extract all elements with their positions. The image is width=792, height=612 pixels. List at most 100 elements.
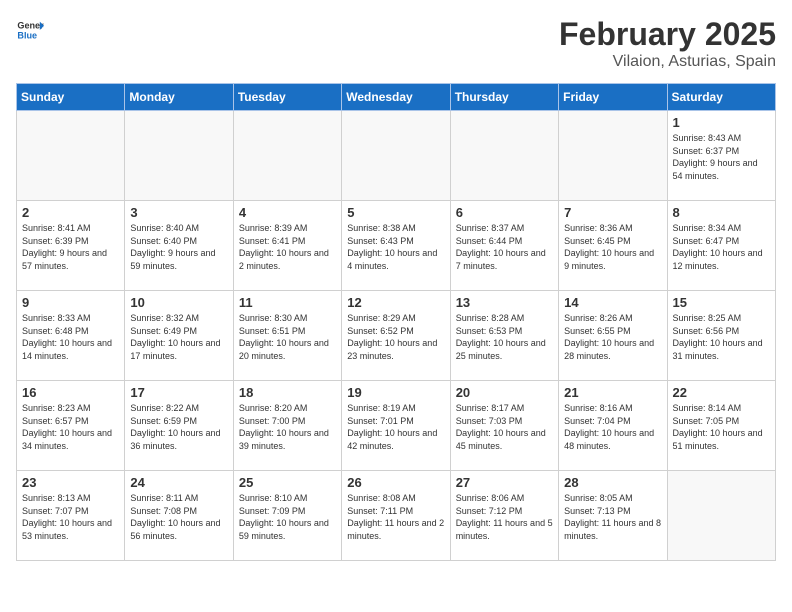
day-info: Sunrise: 8:13 AM Sunset: 7:07 PM Dayligh…	[22, 492, 119, 542]
day-number: 5	[347, 205, 444, 220]
calendar-cell: 8 Sunrise: 8:34 AM Sunset: 6:47 PM Daylig…	[667, 201, 775, 291]
header-friday: Friday	[559, 84, 667, 111]
calendar-cell: 1 Sunrise: 8:43 AM Sunset: 6:37 PM Daylig…	[667, 111, 775, 201]
calendar-cell: 3 Sunrise: 8:40 AM Sunset: 6:40 PM Daylig…	[125, 201, 233, 291]
calendar-cell	[559, 111, 667, 201]
title-area: February 2025 Vilaion, Asturias, Spain	[559, 16, 776, 71]
day-number: 24	[130, 475, 227, 490]
calendar-week-2: 2 Sunrise: 8:41 AM Sunset: 6:39 PM Daylig…	[17, 201, 776, 291]
calendar-cell: 9 Sunrise: 8:33 AM Sunset: 6:48 PM Daylig…	[17, 291, 125, 381]
calendar-cell: 16Sunrise: 8:23 AM Sunset: 6:57 PM Dayli…	[17, 381, 125, 471]
logo: General Blue	[16, 16, 44, 44]
header-saturday: Saturday	[667, 84, 775, 111]
header-wednesday: Wednesday	[342, 84, 450, 111]
day-number: 2	[22, 205, 119, 220]
logo-icon: General Blue	[16, 16, 44, 44]
calendar-cell	[125, 111, 233, 201]
day-number: 20	[456, 385, 553, 400]
calendar-week-1: 1 Sunrise: 8:43 AM Sunset: 6:37 PM Daylig…	[17, 111, 776, 201]
header-tuesday: Tuesday	[233, 84, 341, 111]
day-info: Sunrise: 8:29 AM Sunset: 6:52 PM Dayligh…	[347, 312, 444, 362]
calendar-cell	[342, 111, 450, 201]
day-info: Sunrise: 8:10 AM Sunset: 7:09 PM Dayligh…	[239, 492, 336, 542]
day-info: Sunrise: 8:17 AM Sunset: 7:03 PM Dayligh…	[456, 402, 553, 452]
calendar-cell: 6Sunrise: 8:37 AM Sunset: 6:44 PM Daylig…	[450, 201, 558, 291]
day-info: Sunrise: 8:43 AM Sunset: 6:37 PM Dayligh…	[673, 132, 770, 182]
day-number: 22	[673, 385, 770, 400]
day-info: Sunrise: 8:19 AM Sunset: 7:01 PM Dayligh…	[347, 402, 444, 452]
day-info: Sunrise: 8:22 AM Sunset: 6:59 PM Dayligh…	[130, 402, 227, 452]
calendar-cell: 26 Sunrise: 8:08 AM Sunset: 7:11 PM Dayli…	[342, 471, 450, 561]
day-number: 27	[456, 475, 553, 490]
day-number: 10	[130, 295, 227, 310]
day-info: Sunrise: 8:39 AM Sunset: 6:41 PM Dayligh…	[239, 222, 336, 272]
day-number: 19	[347, 385, 444, 400]
day-info: Sunrise: 8:06 AM Sunset: 7:12 PM Dayligh…	[456, 492, 553, 542]
calendar-cell: 20 Sunrise: 8:17 AM Sunset: 7:03 PM Dayli…	[450, 381, 558, 471]
calendar-title: February 2025	[559, 16, 776, 53]
day-number: 11	[239, 295, 336, 310]
calendar-week-5: 23 Sunrise: 8:13 AM Sunset: 7:07 PM Dayli…	[17, 471, 776, 561]
calendar-cell: 18 Sunrise: 8:20 AM Sunset: 7:00 PM Dayli…	[233, 381, 341, 471]
calendar-cell	[233, 111, 341, 201]
calendar-cell: 17 Sunrise: 8:22 AM Sunset: 6:59 PM Dayli…	[125, 381, 233, 471]
day-info: Sunrise: 8:11 AM Sunset: 7:08 PM Dayligh…	[130, 492, 227, 542]
calendar-cell: 11Sunrise: 8:30 AM Sunset: 6:51 PM Dayli…	[233, 291, 341, 381]
svg-text:Blue: Blue	[17, 30, 37, 40]
day-info: Sunrise: 8:08 AM Sunset: 7:11 PM Dayligh…	[347, 492, 444, 542]
calendar-cell: 24 Sunrise: 8:11 AM Sunset: 7:08 PM Dayli…	[125, 471, 233, 561]
day-number: 18	[239, 385, 336, 400]
day-number: 17	[130, 385, 227, 400]
day-number: 13	[456, 295, 553, 310]
calendar-cell: 19 Sunrise: 8:19 AM Sunset: 7:01 PM Dayli…	[342, 381, 450, 471]
day-info: Sunrise: 8:25 AM Sunset: 6:56 PM Dayligh…	[673, 312, 770, 362]
day-number: 9	[22, 295, 119, 310]
calendar-cell: 28Sunrise: 8:05 AM Sunset: 7:13 PM Dayli…	[559, 471, 667, 561]
day-info: Sunrise: 8:41 AM Sunset: 6:39 PM Dayligh…	[22, 222, 119, 272]
header-thursday: Thursday	[450, 84, 558, 111]
day-info: Sunrise: 8:37 AM Sunset: 6:44 PM Dayligh…	[456, 222, 553, 272]
day-info: Sunrise: 8:14 AM Sunset: 7:05 PM Dayligh…	[673, 402, 770, 452]
day-number: 4	[239, 205, 336, 220]
header-sunday: Sunday	[17, 84, 125, 111]
calendar-table: Sunday Monday Tuesday Wednesday Thursday…	[16, 83, 776, 561]
day-info: Sunrise: 8:34 AM Sunset: 6:47 PM Dayligh…	[673, 222, 770, 272]
day-info: Sunrise: 8:40 AM Sunset: 6:40 PM Dayligh…	[130, 222, 227, 272]
calendar-cell	[17, 111, 125, 201]
day-number: 21	[564, 385, 661, 400]
day-info: Sunrise: 8:23 AM Sunset: 6:57 PM Dayligh…	[22, 402, 119, 452]
calendar-cell: 14 Sunrise: 8:26 AM Sunset: 6:55 PM Dayli…	[559, 291, 667, 381]
calendar-week-3: 9 Sunrise: 8:33 AM Sunset: 6:48 PM Daylig…	[17, 291, 776, 381]
calendar-cell: 7Sunrise: 8:36 AM Sunset: 6:45 PM Daylig…	[559, 201, 667, 291]
calendar-cell	[450, 111, 558, 201]
header: General Blue February 2025 Vilaion, Astu…	[16, 16, 776, 71]
calendar-cell: 23 Sunrise: 8:13 AM Sunset: 7:07 PM Dayli…	[17, 471, 125, 561]
calendar-cell: 13 Sunrise: 8:28 AM Sunset: 6:53 PM Dayli…	[450, 291, 558, 381]
header-monday: Monday	[125, 84, 233, 111]
day-info: Sunrise: 8:16 AM Sunset: 7:04 PM Dayligh…	[564, 402, 661, 452]
day-number: 1	[673, 115, 770, 130]
day-number: 12	[347, 295, 444, 310]
day-number: 8	[673, 205, 770, 220]
weekday-header-row: Sunday Monday Tuesday Wednesday Thursday…	[17, 84, 776, 111]
calendar-cell: 4 Sunrise: 8:39 AM Sunset: 6:41 PM Daylig…	[233, 201, 341, 291]
day-info: Sunrise: 8:20 AM Sunset: 7:00 PM Dayligh…	[239, 402, 336, 452]
day-number: 14	[564, 295, 661, 310]
day-number: 26	[347, 475, 444, 490]
calendar-cell: 12 Sunrise: 8:29 AM Sunset: 6:52 PM Dayli…	[342, 291, 450, 381]
day-number: 15	[673, 295, 770, 310]
calendar-week-4: 16Sunrise: 8:23 AM Sunset: 6:57 PM Dayli…	[17, 381, 776, 471]
day-number: 23	[22, 475, 119, 490]
day-info: Sunrise: 8:38 AM Sunset: 6:43 PM Dayligh…	[347, 222, 444, 272]
day-number: 28	[564, 475, 661, 490]
calendar-cell: 5 Sunrise: 8:38 AM Sunset: 6:43 PM Daylig…	[342, 201, 450, 291]
day-info: Sunrise: 8:28 AM Sunset: 6:53 PM Dayligh…	[456, 312, 553, 362]
calendar-cell: 15 Sunrise: 8:25 AM Sunset: 6:56 PM Dayli…	[667, 291, 775, 381]
day-info: Sunrise: 8:32 AM Sunset: 6:49 PM Dayligh…	[130, 312, 227, 362]
day-number: 3	[130, 205, 227, 220]
day-info: Sunrise: 8:26 AM Sunset: 6:55 PM Dayligh…	[564, 312, 661, 362]
day-info: Sunrise: 8:33 AM Sunset: 6:48 PM Dayligh…	[22, 312, 119, 362]
calendar-cell: 22 Sunrise: 8:14 AM Sunset: 7:05 PM Dayli…	[667, 381, 775, 471]
calendar-cell: 10 Sunrise: 8:32 AM Sunset: 6:49 PM Dayli…	[125, 291, 233, 381]
calendar-cell: 25Sunrise: 8:10 AM Sunset: 7:09 PM Dayli…	[233, 471, 341, 561]
